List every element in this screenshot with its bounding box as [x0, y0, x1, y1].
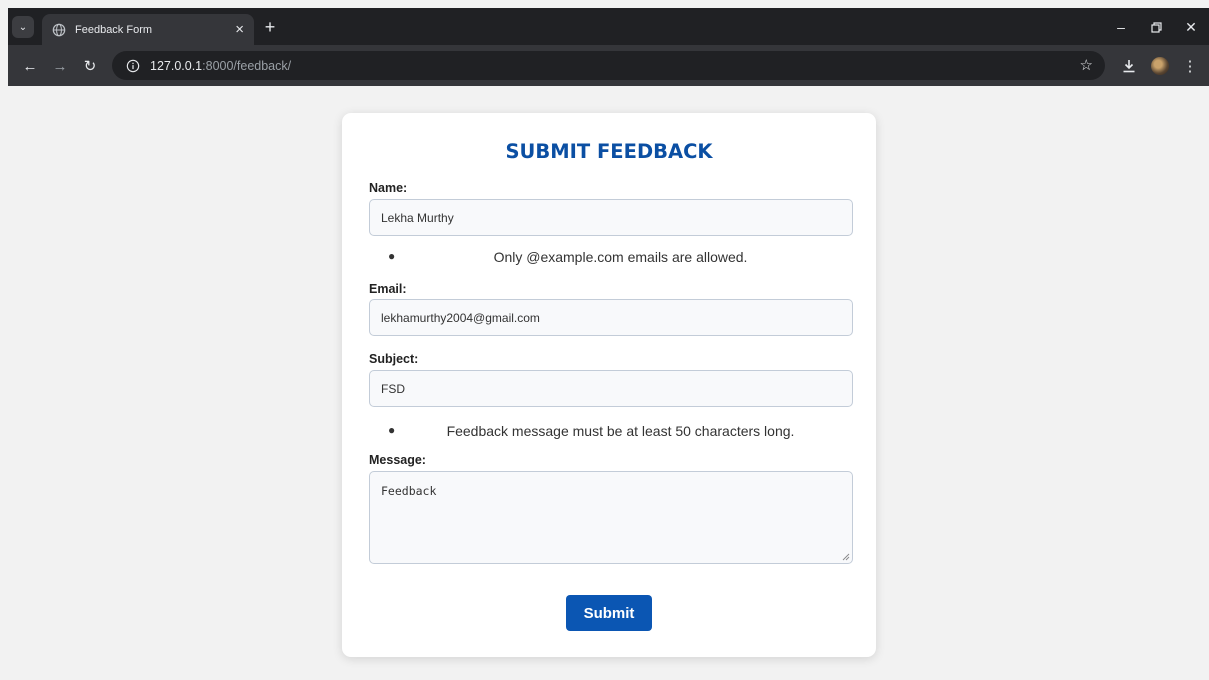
email-label: Email: — [369, 282, 407, 296]
close-window-icon[interactable]: ✕ — [1180, 17, 1202, 37]
address-bar[interactable]: 127.0.0.1:8000/feedback/ ☆ — [112, 51, 1105, 80]
bullet-icon: ● — [388, 249, 396, 263]
subject-input-value: FSD — [381, 381, 405, 396]
tab-search-chevron-icon[interactable]: ⌄ — [12, 16, 34, 38]
info-icon[interactable] — [126, 59, 140, 73]
email-error-item: ● Only @example.com emails are allowed. — [388, 249, 853, 265]
download-icon[interactable] — [1118, 55, 1140, 77]
bullet-icon: ● — [388, 423, 396, 437]
avatar-image — [1151, 57, 1169, 75]
url-path: :8000/feedback/ — [202, 58, 292, 73]
subject-input[interactable]: FSD — [369, 370, 853, 407]
close-tab-icon[interactable]: × — [235, 22, 244, 37]
name-label: Name: — [369, 181, 408, 195]
feedback-form-card: SUBMIT FEEDBACK Name: Lekha Murthy ● Onl… — [342, 113, 876, 657]
globe-icon — [52, 23, 66, 36]
browser-toolbar: ← → ↻ 127.0.0.1:8000/feedback/ ☆ ⋮ — [8, 45, 1209, 86]
more-menu-icon[interactable]: ⋮ — [1179, 55, 1201, 77]
profile-avatar[interactable] — [1149, 55, 1171, 77]
message-textarea-value: Feedback — [381, 484, 437, 498]
tab-title: Feedback Form — [75, 23, 153, 36]
browser-chrome: ⌄ Feedback Form × + – ✕ ← → ↻ 127.0.0.1 … — [8, 8, 1209, 86]
message-error-text: Feedback message must be at least 50 cha… — [446, 423, 795, 439]
bookmark-star-icon[interactable]: ☆ — [1080, 56, 1093, 74]
message-label: Message: — [369, 453, 426, 467]
tab-feedback-form[interactable]: Feedback Form × — [42, 14, 254, 45]
submit-button[interactable]: Submit — [566, 595, 652, 631]
email-input[interactable]: lekhamurthy2004@gmail.com — [369, 299, 853, 336]
name-input-value: Lekha Murthy — [381, 210, 454, 225]
resize-grip-icon[interactable] — [842, 553, 850, 561]
tab-strip: ⌄ Feedback Form × + – ✕ — [8, 8, 1209, 45]
message-error-item: ● Feedback message must be at least 50 c… — [388, 423, 853, 439]
email-input-value: lekhamurthy2004@gmail.com — [381, 310, 540, 325]
email-error-text: Only @example.com emails are allowed. — [493, 249, 748, 265]
page-viewport: SUBMIT FEEDBACK Name: Lekha Murthy ● Onl… — [8, 86, 1209, 680]
new-tab-plus-icon[interactable]: + — [259, 16, 281, 38]
name-input[interactable]: Lekha Murthy — [369, 199, 853, 236]
back-arrow-icon[interactable]: ← — [19, 55, 41, 77]
restore-icon[interactable] — [1145, 17, 1167, 37]
minimize-icon[interactable]: – — [1110, 17, 1132, 37]
reload-icon[interactable]: ↻ — [79, 55, 101, 77]
message-textarea[interactable]: Feedback — [369, 471, 853, 564]
form-title: SUBMIT FEEDBACK — [505, 140, 713, 163]
url-host: 127.0.0.1 — [150, 58, 203, 73]
forward-arrow-icon[interactable]: → — [49, 55, 71, 77]
subject-label: Subject: — [369, 352, 419, 366]
